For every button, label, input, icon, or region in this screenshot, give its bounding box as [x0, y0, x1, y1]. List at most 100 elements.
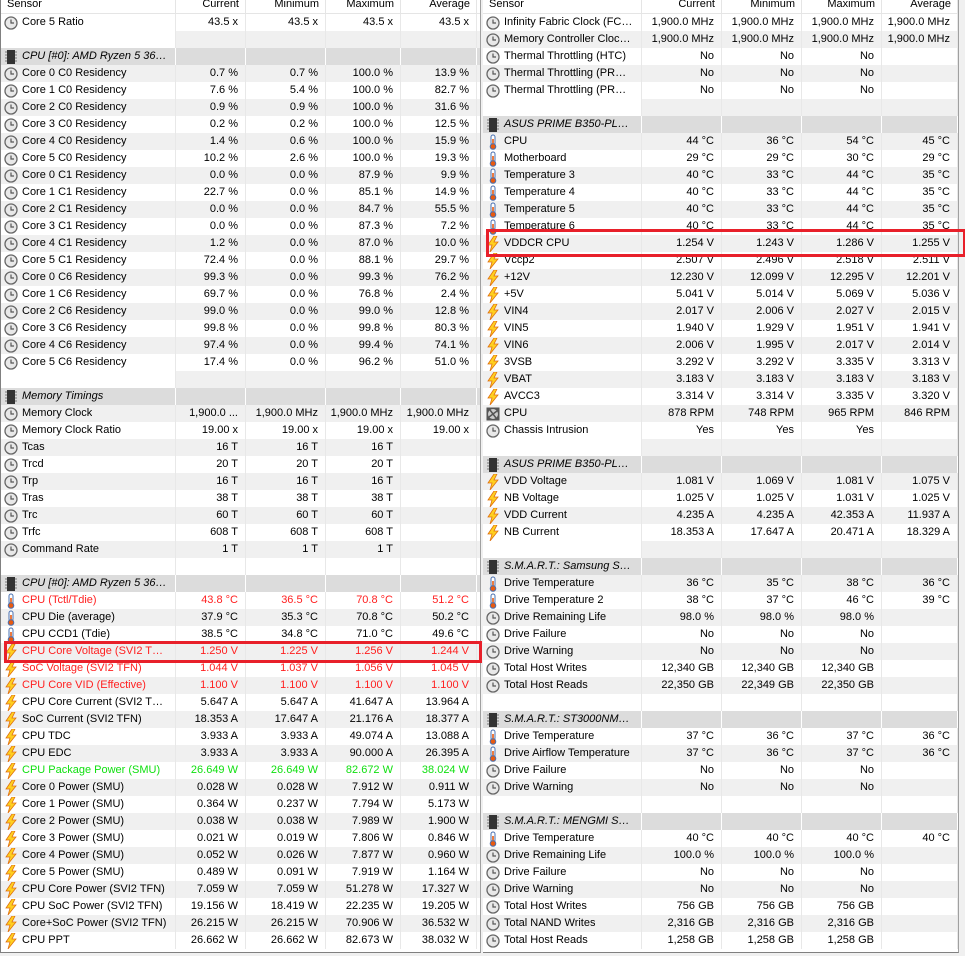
sensor-row-drive-temperature[interactable]: Drive Temperature 36 °C 35 °C 38 °C 36 °C — [483, 575, 958, 592]
sensor-row-total-host-writes[interactable]: Total Host Writes 12,340 GB 12,340 GB 12,34… — [483, 660, 958, 677]
sensor-row-cpu-ppt[interactable]: CPU PPT 26.662 W 26.662 W 82.673 W 38.032 W — [1, 932, 480, 949]
sensor-group-header[interactable]: S.M.A.R.T.: ST3000NM00... — [483, 711, 958, 728]
sensor-row-memory-clock[interactable]: Memory Clock 1,900.0 ... 1,900.0 MHz 1,900.… — [1, 405, 480, 422]
sensor-row-vbat[interactable]: VBAT 3.183 V 3.183 V 3.183 V 3.183 V — [483, 371, 958, 388]
sensor-row-cpu-core-current-svi2-tfn[interactable]: CPU Core Current (SVI2 TFN) 5.647 A 5.647 … — [1, 694, 480, 711]
sensor-row-3vsb[interactable]: 3VSB 3.292 V 3.292 V 3.335 V 3.313 V — [483, 354, 958, 371]
sensor-row-thermal-throttling-proc[interactable]: Thermal Throttling (PROC... No No No — [483, 65, 958, 82]
column-header-average[interactable]: Average — [401, 0, 477, 13]
sensor-row-drive-temperature[interactable]: Drive Temperature 37 °C 36 °C 37 °C 36 °C — [483, 728, 958, 745]
column-header-sensor[interactable]: Sensor — [1, 0, 176, 13]
sensor-row-cpu-tdc[interactable]: CPU TDC 3.933 A 3.933 A 49.074 A 13.088 A — [1, 728, 480, 745]
column-header-maximum[interactable]: Maximum — [326, 0, 401, 13]
sensor-row-cpu-core-vid-effective[interactable]: CPU Core VID (Effective) 1.100 V 1.100 V 1.… — [1, 677, 480, 694]
sensor-row-core-1-c0-residency[interactable]: Core 1 C0 Residency 7.6 % 5.4 % 100.0 % 82.7… — [1, 82, 480, 99]
sensor-row-soc-current-svi2-tfn[interactable]: SoC Current (SVI2 TFN) 18.353 A 17.647 A 21… — [1, 711, 480, 728]
sensor-row-cpu-soc-power-svi2-tfn[interactable]: CPU SoC Power (SVI2 TFN) 19.156 W 18.419 W… — [1, 898, 480, 915]
sensor-row-drive-warning[interactable]: Drive Warning No No No — [483, 643, 958, 660]
sensor-row-drive-warning[interactable]: Drive Warning No No No — [483, 779, 958, 796]
sensor-row-vin4[interactable]: VIN4 2.017 V 2.006 V 2.027 V 2.015 V — [483, 303, 958, 320]
sensor-row-command-rate[interactable]: Command Rate 1 T1 T1 T — [1, 541, 480, 558]
sensor-row-core-4-c1-residency[interactable]: Core 4 C1 Residency 1.2 % 0.0 % 87.0 % 10.0 … — [1, 235, 480, 252]
sensor-row-core-5-power-smu[interactable]: Core 5 Power (SMU) 0.489 W 0.091 W 7.919 W1… — [1, 864, 480, 881]
sensor-row-core-4-c6-residency[interactable]: Core 4 C6 Residency 97.4 % 0.0 % 99.4 % 74.1… — [1, 337, 480, 354]
sensor-row-total-host-reads[interactable]: Total Host Reads 22,350 GB 22,349 GB 22,350… — [483, 677, 958, 694]
sensor-row-5v[interactable]: +5V 5.041 V 5.014 V 5.069 V 5.036 V — [483, 286, 958, 303]
sensor-row-core-0-power-smu[interactable]: Core 0 Power (SMU) 0.028 W 0.028 W 7.912 W0… — [1, 779, 480, 796]
sensor-row-avcc3[interactable]: AVCC3 3.314 V 3.314 V 3.335 V 3.320 V — [483, 388, 958, 405]
sensor-row-core-0-c1-residency[interactable]: Core 0 C1 Residency 0.0 % 0.0 % 87.9 % 9.9 % — [1, 167, 480, 184]
sensor-row-core-2-power-smu[interactable]: Core 2 Power (SMU) 0.038 W 0.038 W 7.989 W1… — [1, 813, 480, 830]
sensor-row-cpu-package-power-smu[interactable]: CPU Package Power (SMU) 26.649 W 26.649 W8… — [1, 762, 480, 779]
sensor-group-header[interactable]: CPU [#0]: AMD Ryzen 5 360... — [1, 48, 480, 65]
sensor-row-vddcr-cpu[interactable]: VDDCR CPU 1.254 V 1.243 V 1.286 V 1.255 V — [483, 235, 958, 252]
column-header-sensor[interactable]: Sensor — [483, 0, 642, 13]
sensor-group-header[interactable]: CPU [#0]: AMD Ryzen 5 360... — [1, 575, 480, 592]
sensor-group-header[interactable]: ASUS PRIME B350-PLUS (... — [483, 456, 958, 473]
sensor-row-drive-warning[interactable]: Drive Warning No No No — [483, 881, 958, 898]
column-header-maximum[interactable]: Maximum — [802, 0, 882, 13]
sensor-row-trcd[interactable]: Trcd 20 T 20 T 20 T — [1, 456, 480, 473]
sensor-row-temperature-4[interactable]: Temperature 4 40 °C 33 °C 44 °C 35 °C — [483, 184, 958, 201]
sensor-row-core-1-c1-residency[interactable]: Core 1 C1 Residency 22.7 % 0.0 % 85.1 % 14.9… — [1, 184, 480, 201]
sensor-row-cpu[interactable]: CPU 44 °C 36 °C 54 °C 45 °C — [483, 133, 958, 150]
sensor-row-memory-controller-clock[interactable]: Memory Controller Clock (... 1,900.0 MHz 1… — [483, 31, 958, 48]
sensor-row-core-3-power-smu[interactable]: Core 3 Power (SMU) 0.021 W 0.019 W 7.806 W0… — [1, 830, 480, 847]
sensor-row-core-5-ratio[interactable]: Core 5 Ratio 43.5 x 43.5 x 43.5 x 43.5 x — [1, 14, 480, 31]
sensor-row-core-3-c6-residency[interactable]: Core 3 C6 Residency 99.8 % 0.0 % 99.8 % 80.3… — [1, 320, 480, 337]
sensor-row-core-soc-power-svi2-tfn[interactable]: Core+SoC Power (SVI2 TFN) 26.215 W 26.215 … — [1, 915, 480, 932]
sensor-row-core-5-c0-residency[interactable]: Core 5 C0 Residency 10.2 % 2.6 % 100.0 % 19.… — [1, 150, 480, 167]
sensor-row-vccp2[interactable]: Vccp2 2.507 V 2.496 V 2.518 V 2.511 V — [483, 252, 958, 269]
sensor-row-core-2-c6-residency[interactable]: Core 2 C6 Residency 99.0 % 0.0 % 99.0 % 12.8… — [1, 303, 480, 320]
sensor-row-drive-failure[interactable]: Drive Failure No No No — [483, 626, 958, 643]
sensor-row-memory-clock-ratio[interactable]: Memory Clock Ratio 19.00 x 19.00 x 19.00 x1… — [1, 422, 480, 439]
sensor-row-cpu-die-average[interactable]: CPU Die (average) 37.9 °C 35.3 °C 70.8 °C 50… — [1, 609, 480, 626]
sensor-row-thermal-throttling-htc[interactable]: Thermal Throttling (HTC) No No No — [483, 48, 958, 65]
sensor-row-nb-voltage[interactable]: NB Voltage 1.025 V 1.025 V 1.031 V 1.025 V — [483, 490, 958, 507]
sensor-row-vin5[interactable]: VIN5 1.940 V 1.929 V 1.951 V 1.941 V — [483, 320, 958, 337]
sensor-row-vdd-current[interactable]: VDD Current 4.235 A 4.235 A 42.353 A 11.937 … — [483, 507, 958, 524]
sensor-row-thermal-throttling-proc[interactable]: Thermal Throttling (PROC... No No No — [483, 82, 958, 99]
sensor-row-trc[interactable]: Trc 60 T 60 T 60 T — [1, 507, 480, 524]
sensor-row-drive-temperature-2[interactable]: Drive Temperature 2 38 °C 37 °C 46 °C 39 °C — [483, 592, 958, 609]
sensor-row-cpu-edc[interactable]: CPU EDC 3.933 A 3.933 A 90.000 A 26.395 A — [1, 745, 480, 762]
sensor-row-core-0-c6-residency[interactable]: Core 0 C6 Residency 99.3 % 0.0 % 99.3 % 76.2… — [1, 269, 480, 286]
sensor-row-chassis-intrusion[interactable]: Chassis Intrusion Yes Yes Yes — [483, 422, 958, 439]
sensor-row-tras[interactable]: Tras 38 T 38 T 38 T — [1, 490, 480, 507]
sensor-row-soc-voltage-svi2-tfn[interactable]: SoC Voltage (SVI2 TFN) 1.044 V 1.037 V 1.05… — [1, 660, 480, 677]
sensor-row-drive-airflow-temperature[interactable]: Drive Airflow Temperature 37 °C 36 °C 37 °C… — [483, 745, 958, 762]
sensor-row-temperature-6[interactable]: Temperature 6 40 °C 33 °C 44 °C 35 °C — [483, 218, 958, 235]
sensor-row-vdd-voltage[interactable]: VDD Voltage 1.081 V 1.069 V 1.081 V 1.075 V — [483, 473, 958, 490]
sensor-row-core-4-power-smu[interactable]: Core 4 Power (SMU) 0.052 W 0.026 W 7.877 W0… — [1, 847, 480, 864]
sensor-row-core-1-c6-residency[interactable]: Core 1 C6 Residency 69.7 % 0.0 % 76.8 % 2.4 … — [1, 286, 480, 303]
sensor-row-drive-failure[interactable]: Drive Failure No No No — [483, 762, 958, 779]
sensor-row-trp[interactable]: Trp 16 T 16 T 16 T — [1, 473, 480, 490]
sensor-row-cpu-core-power-svi2-tfn[interactable]: CPU Core Power (SVI2 TFN) 7.059 W 7.059 W5… — [1, 881, 480, 898]
sensor-row-drive-remaining-life[interactable]: Drive Remaining Life 98.0 % 98.0 % 98.0 % — [483, 609, 958, 626]
sensor-row-core-4-c0-residency[interactable]: Core 4 C0 Residency 1.4 % 0.6 % 100.0 % 15.9… — [1, 133, 480, 150]
sensor-row-cpu[interactable]: CPU 878 RPM 748 RPM 965 RPM 846 RPM — [483, 405, 958, 422]
sensor-group-header[interactable]: S.M.A.R.T.: Samsung SS... — [483, 558, 958, 575]
column-header-average[interactable]: Average — [882, 0, 958, 13]
sensor-row-total-nand-writes[interactable]: Total NAND Writes 2,316 GB 2,316 GB 2,316 G… — [483, 915, 958, 932]
sensor-row-cpu-core-voltage-svi2-tfn[interactable]: CPU Core Voltage (SVI2 TFN) 1.250 V 1.225 … — [1, 643, 480, 660]
sensor-row-drive-remaining-life[interactable]: Drive Remaining Life 100.0 % 100.0 % 100.0 … — [483, 847, 958, 864]
sensor-group-header[interactable]: Memory Timings — [1, 388, 480, 405]
sensor-row-cpu-ccd1-tdie[interactable]: CPU CCD1 (Tdie) 38.5 °C 34.8 °C 71.0 °C 49.6… — [1, 626, 480, 643]
sensor-row-total-host-writes[interactable]: Total Host Writes 756 GB 756 GB 756 GB — [483, 898, 958, 915]
sensor-row-drive-failure[interactable]: Drive Failure No No No — [483, 864, 958, 881]
column-header-current[interactable]: Current — [176, 0, 246, 13]
sensor-row-tcas[interactable]: Tcas 16 T 16 T 16 T — [1, 439, 480, 456]
column-header-minimum[interactable]: Minimum — [246, 0, 326, 13]
sensor-row-core-2-c1-residency[interactable]: Core 2 C1 Residency 0.0 % 0.0 % 84.7 % 55.5 … — [1, 201, 480, 218]
sensor-row-trfc[interactable]: Trfc 608 T 608 T 608 T — [1, 524, 480, 541]
sensor-pane-right[interactable]: Sensor Current Minimum Maximum Average Infini… — [483, 0, 959, 953]
sensor-row-core-2-c0-residency[interactable]: Core 2 C0 Residency 0.9 % 0.9 % 100.0 % 31.6… — [1, 99, 480, 116]
sensor-group-header[interactable]: ASUS PRIME B350-PLUS (... — [483, 116, 958, 133]
sensor-row-temperature-3[interactable]: Temperature 3 40 °C 33 °C 44 °C 35 °C — [483, 167, 958, 184]
sensor-row-drive-temperature[interactable]: Drive Temperature 40 °C 40 °C 40 °C 40 °C — [483, 830, 958, 847]
sensor-group-header[interactable]: S.M.A.R.T.: MENGMI SSD... — [483, 813, 958, 830]
sensor-pane-left[interactable]: Sensor Current Minimum Maximum Average Core 5… — [0, 0, 481, 953]
sensor-row-temperature-5[interactable]: Temperature 5 40 °C 33 °C 44 °C 35 °C — [483, 201, 958, 218]
sensor-row-core-0-c0-residency[interactable]: Core 0 C0 Residency 0.7 % 0.7 % 100.0 % 13.9… — [1, 65, 480, 82]
